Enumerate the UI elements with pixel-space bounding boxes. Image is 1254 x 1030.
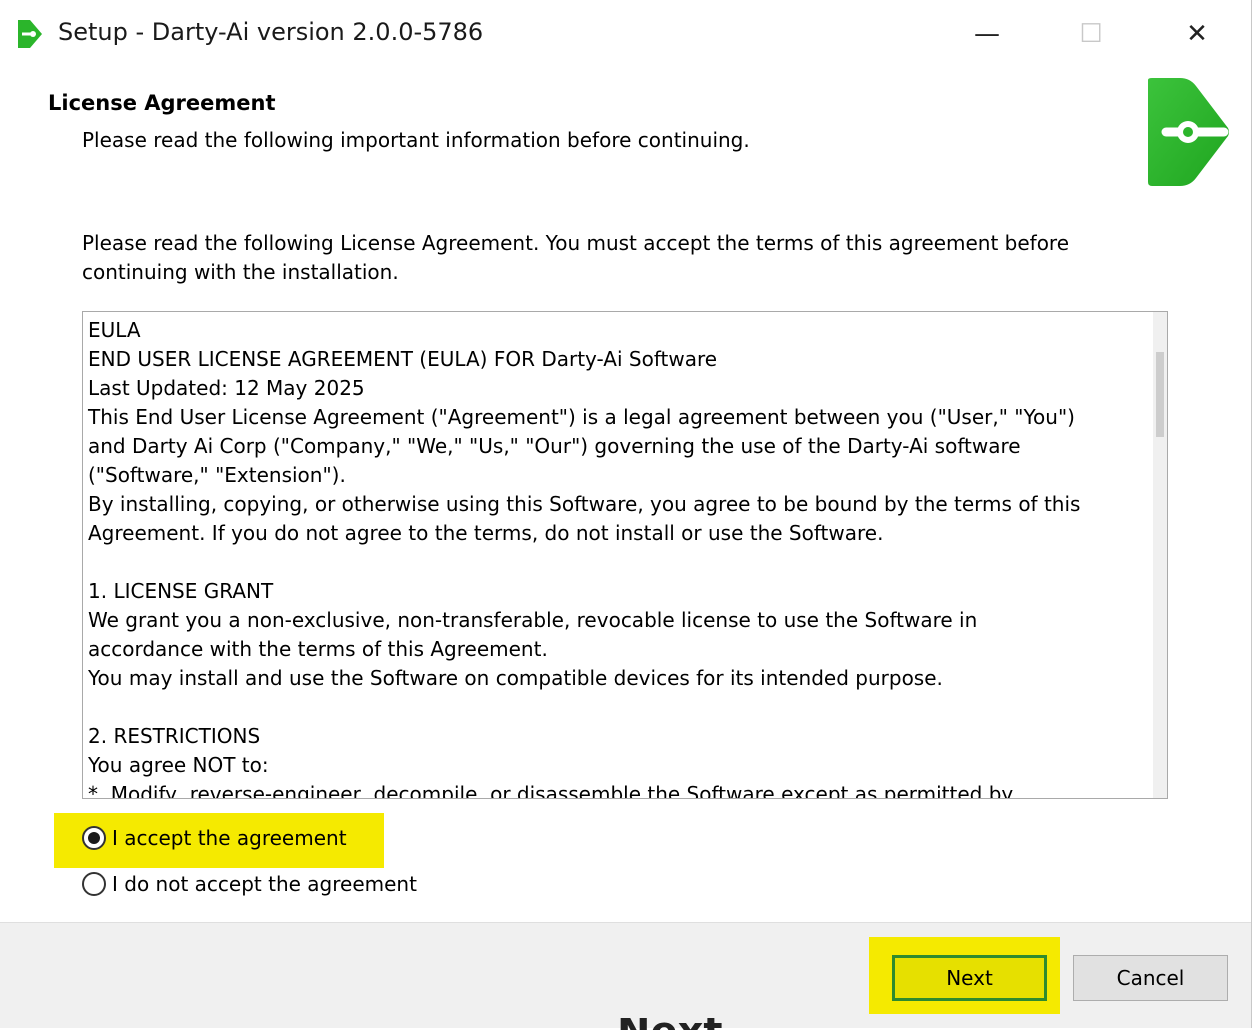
accept-radio-option[interactable]: I accept the agreement — [82, 826, 347, 850]
eula-line: and Darty Ai Corp ("Company," "We," "Us,… — [88, 434, 1021, 458]
eula-line: By installing, copying, or otherwise usi… — [88, 492, 1081, 516]
eula-line: Agreement. If you do not agree to the te… — [88, 521, 884, 545]
button-bar — [0, 922, 1251, 1028]
eula-line: accordance with the terms of this Agreem… — [88, 637, 548, 661]
eula-line: Last Updated: 12 May 2025 — [88, 376, 365, 400]
eula-scrollbar[interactable] — [1153, 312, 1167, 798]
close-icon[interactable]: ✕ — [1167, 10, 1227, 58]
eula-textbox[interactable]: EULA END USER LICENSE AGREEMENT (EULA) FO… — [82, 311, 1168, 799]
darty-ai-logo-icon — [1148, 78, 1229, 186]
decline-radio-option[interactable]: I do not accept the agreement — [82, 872, 417, 896]
cancel-button[interactable]: Cancel — [1073, 955, 1228, 1001]
accept-label[interactable]: I accept the agreement — [112, 826, 347, 850]
eula-line: You agree NOT to: — [88, 753, 269, 777]
page-subtitle: Please read the following important info… — [82, 128, 750, 152]
eula-line: 2. RESTRICTIONS — [88, 724, 261, 748]
maximize-icon[interactable]: ☐ — [1061, 10, 1121, 58]
eula-line: * Modify, reverse-engineer, decompile, o… — [88, 782, 1014, 799]
scrollbar-thumb[interactable] — [1156, 352, 1164, 437]
eula-line: 1. LICENSE GRANT — [88, 579, 274, 603]
window-title: Setup - Darty-Ai version 2.0.0-5786 — [58, 18, 484, 46]
eula-line — [88, 548, 1148, 577]
eula-line: END USER LICENSE AGREEMENT (EULA) FOR Da… — [88, 347, 718, 371]
intro-text: Please read the following License Agreem… — [82, 231, 1070, 284]
eula-line: This End User License Agreement ("Agreem… — [88, 405, 1075, 429]
title-bar[interactable]: Setup - Darty-Ai version 2.0.0-5786 — ☐ … — [0, 0, 1251, 70]
setup-window: Setup - Darty-Ai version 2.0.0-5786 — ☐ … — [0, 0, 1252, 1028]
page-title: License Agreement — [48, 91, 276, 115]
eula-line: You may install and use the Software on … — [88, 666, 943, 690]
background-next-text: Next — [617, 1018, 757, 1030]
eula-line: We grant you a non-exclusive, non-transf… — [88, 608, 978, 632]
eula-line — [88, 693, 1148, 722]
next-button[interactable]: Next — [892, 955, 1047, 1001]
eula-content: EULA END USER LICENSE AGREEMENT (EULA) FO… — [88, 316, 1148, 799]
decline-radio-button[interactable] — [82, 872, 106, 896]
darty-ai-app-icon — [18, 20, 42, 48]
radio-selected-dot — [88, 832, 100, 844]
minimize-icon[interactable]: — — [957, 10, 1017, 58]
eula-line: EULA — [88, 318, 141, 342]
accept-radio-button[interactable] — [82, 826, 106, 850]
decline-label[interactable]: I do not accept the agreement — [112, 872, 417, 896]
background-text: Next — [617, 1018, 757, 1030]
eula-line: ("Software," "Extension"). — [88, 463, 346, 487]
